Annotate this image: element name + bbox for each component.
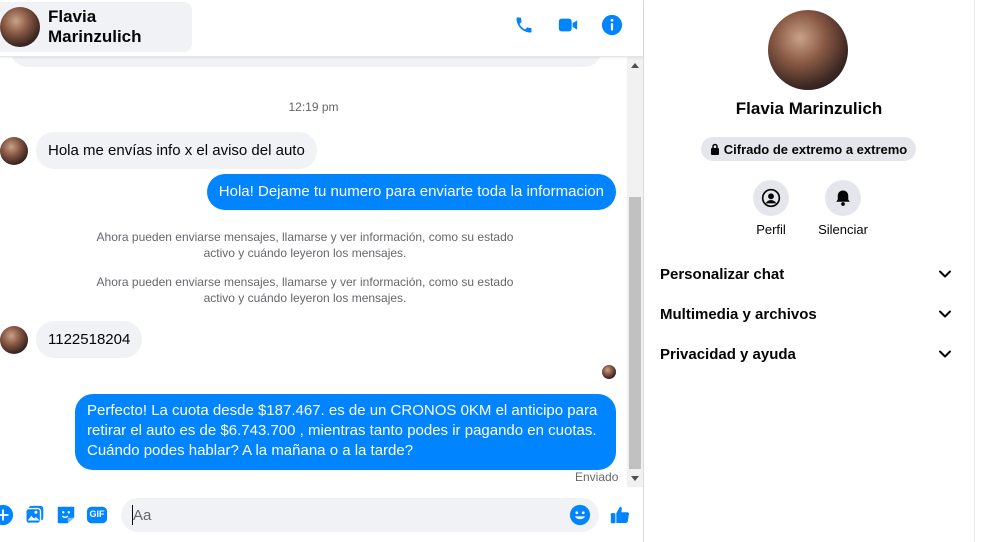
incoming-message-row: Hola me envías info x el aviso del auto (0, 132, 317, 169)
profile-action[interactable]: Perfil (735, 180, 807, 237)
profile-avatar[interactable] (768, 10, 848, 90)
seen-avatar (602, 365, 616, 379)
section-privacy-help[interactable]: Privacidad y ayuda (650, 334, 962, 374)
outgoing-message-bubble[interactable]: Hola! Dejame tu numero para enviarte tod… (206, 174, 616, 210)
chat-pane: Flavia Marinzulich 12:19 pm Hola me enví… (0, 0, 643, 542)
delivery-status: Enviado (575, 470, 619, 484)
section-media-files[interactable]: Multimedia y archivos (650, 294, 962, 334)
emoji-icon[interactable] (569, 504, 591, 526)
contact-header-button[interactable]: Flavia Marinzulich (0, 2, 192, 52)
message-input[interactable] (133, 498, 553, 532)
lock-icon (710, 143, 719, 155)
outgoing-message-bubble[interactable]: Perfecto! La cuota desde $187.467. es de… (75, 394, 616, 470)
incoming-message-bubble[interactable]: 1122518204 (36, 321, 143, 358)
profile-label: Perfil (756, 222, 786, 237)
photo-icon[interactable] (24, 504, 46, 526)
gif-icon[interactable]: GIF (86, 504, 108, 526)
chat-header: Flavia Marinzulich (0, 0, 643, 57)
gif-label: GIF (89, 509, 105, 519)
section-customize-chat[interactable]: Personalizar chat (650, 254, 962, 294)
message-input-box[interactable] (121, 498, 599, 532)
conversation-info-panel: Flavia Marinzulich Cifrado de extremo a … (644, 0, 974, 542)
profile-button[interactable] (753, 180, 789, 216)
message-composer: GIF (0, 490, 643, 542)
phone-icon[interactable] (513, 14, 535, 36)
scroll-up-arrow[interactable] (631, 63, 639, 68)
system-note: Ahora pueden enviarse mensajes, llamarse… (96, 275, 514, 305)
system-note: Ahora pueden enviarse mensajes, llamarse… (96, 230, 514, 260)
incoming-message-row: 1122518204 (0, 321, 143, 358)
section-label: Privacidad y ayuda (660, 345, 796, 363)
mute-label: Silenciar (818, 222, 868, 237)
bell-icon (836, 190, 850, 206)
section-label: Personalizar chat (660, 265, 785, 283)
encryption-label: Cifrado de extremo a extremo (723, 141, 908, 157)
chevron-down-icon (939, 310, 951, 318)
sender-avatar (0, 325, 28, 354)
info-icon[interactable] (601, 14, 623, 36)
chevron-down-icon (939, 350, 951, 358)
contact-name: Flavia Marinzulich (48, 7, 142, 46)
contact-avatar (0, 7, 40, 47)
previous-message-cut (10, 57, 602, 67)
messenger-window: Flavia Marinzulich 12:19 pm Hola me enví… (0, 0, 988, 542)
encryption-badge[interactable]: Cifrado de extremo a extremo (701, 137, 916, 161)
user-icon (761, 188, 781, 208)
outgoing-message-row: Hola! Dejame tu numero para enviarte tod… (206, 174, 616, 210)
outgoing-message-row: Perfecto! La cuota desde $187.467. es de… (75, 394, 616, 470)
message-list[interactable]: 12:19 pm Hola me envías info x el aviso … (0, 57, 627, 487)
chevron-down-icon (939, 270, 951, 278)
profile-name: Flavia Marinzulich (735, 99, 883, 118)
scroll-thumb[interactable] (629, 197, 641, 469)
video-call-icon[interactable] (557, 14, 579, 36)
mute-button[interactable] (825, 180, 861, 216)
plus-icon[interactable] (0, 504, 14, 526)
text-cursor (132, 505, 133, 525)
header-actions (513, 14, 623, 36)
section-label: Multimedia y archivos (660, 305, 817, 323)
like-icon[interactable] (609, 504, 631, 526)
sender-avatar (0, 136, 28, 165)
scroll-down-arrow[interactable] (631, 476, 639, 481)
mute-action[interactable]: Silenciar (807, 180, 879, 237)
chat-scrollbar[interactable] (627, 57, 643, 487)
page-scrollbar[interactable] (974, 0, 988, 542)
incoming-message-bubble[interactable]: Hola me envías info x el aviso del auto (36, 132, 317, 169)
message-timestamp: 12:19 pm (288, 100, 339, 114)
sticker-icon[interactable] (55, 504, 77, 526)
